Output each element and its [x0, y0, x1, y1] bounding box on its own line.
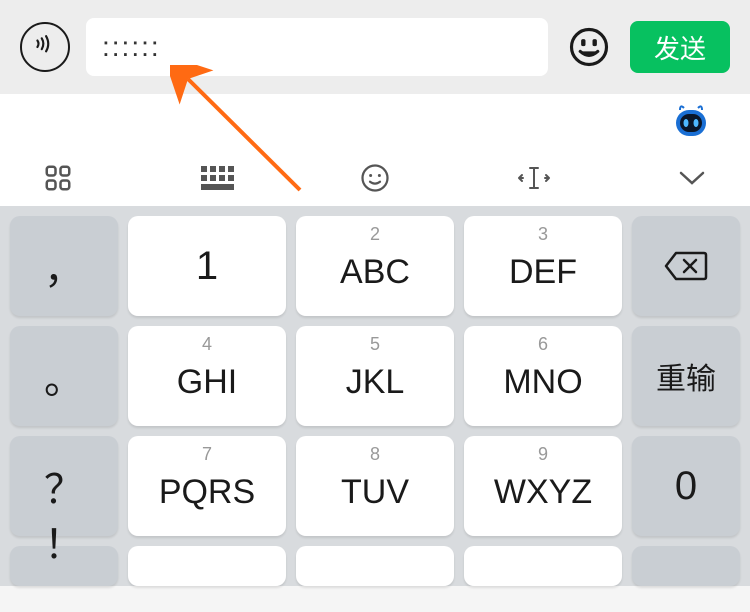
- chat-input-bar: :::::: 发送: [0, 0, 750, 94]
- key-comma[interactable]: ，: [10, 216, 118, 316]
- key-0[interactable]: 0: [632, 436, 740, 536]
- send-button[interactable]: 发送: [630, 21, 730, 73]
- message-input-value: ::::::: [102, 31, 161, 63]
- key-1[interactable]: 1: [128, 216, 286, 316]
- apps-icon[interactable]: [40, 160, 76, 196]
- keyboard-toolbar: [0, 150, 750, 206]
- key-retype[interactable]: 重输: [632, 326, 740, 426]
- key-2-abc[interactable]: 2ABC: [296, 216, 454, 316]
- smiley-icon: [568, 26, 610, 68]
- key-9-wxyz[interactable]: 9WXYZ: [464, 436, 622, 536]
- key-bottom-2[interactable]: [296, 546, 454, 586]
- backspace-icon: [664, 249, 708, 283]
- key-5-jkl[interactable]: 5JKL: [296, 326, 454, 426]
- assistant-row: [0, 94, 750, 150]
- voice-button[interactable]: [20, 22, 70, 72]
- key-7-pqrs[interactable]: 7PQRS: [128, 436, 286, 536]
- assistant-icon[interactable]: [670, 102, 712, 144]
- key-bottom-3[interactable]: [464, 546, 622, 586]
- key-backspace[interactable]: [632, 216, 740, 316]
- keyboard-panel: ， 1 2ABC 3DEF 。 4GHI 5JKL 6MNO 重输 ？ 7PQR…: [0, 94, 750, 586]
- sound-wave-icon: [32, 34, 58, 60]
- key-bottom-4[interactable]: [632, 546, 740, 586]
- cursor-mode-icon[interactable]: [516, 160, 552, 196]
- emoticon-icon[interactable]: [357, 160, 393, 196]
- keyboard-layout-icon[interactable]: [199, 160, 235, 196]
- key-3-def[interactable]: 3DEF: [464, 216, 622, 316]
- key-8-tuv[interactable]: 8TUV: [296, 436, 454, 536]
- key-period[interactable]: 。: [10, 326, 118, 426]
- message-input[interactable]: ::::::: [86, 18, 548, 76]
- collapse-keyboard-icon[interactable]: [674, 160, 710, 196]
- emoji-button[interactable]: [564, 22, 614, 72]
- key-exclamation[interactable]: ！: [10, 546, 118, 586]
- key-6-mno[interactable]: 6MNO: [464, 326, 622, 426]
- key-4-ghi[interactable]: 4GHI: [128, 326, 286, 426]
- key-bottom-1[interactable]: [128, 546, 286, 586]
- t9-keypad: ， 1 2ABC 3DEF 。 4GHI 5JKL 6MNO 重输 ？ 7PQR…: [0, 206, 750, 586]
